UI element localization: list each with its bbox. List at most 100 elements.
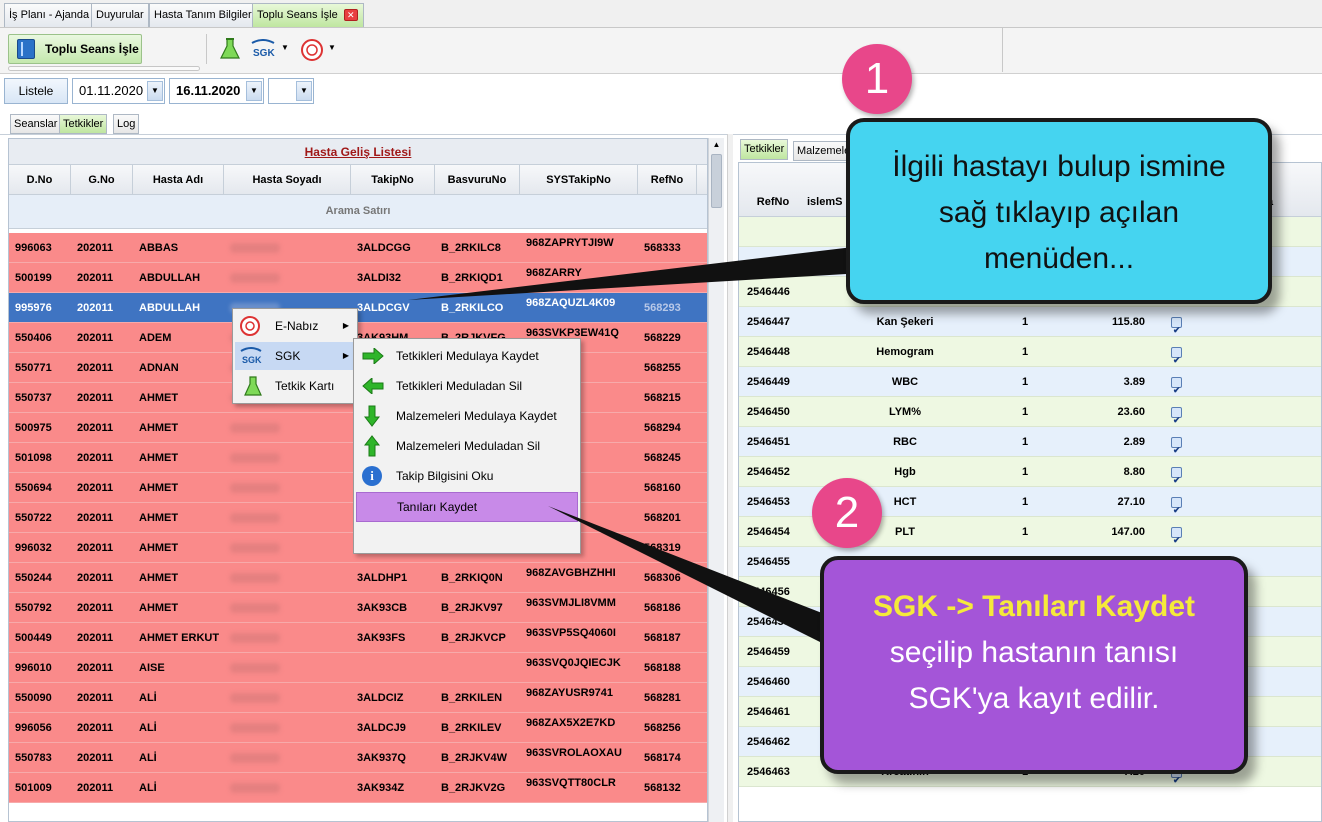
menu-item-enabiz[interactable]: E-Nabız ▶ [235, 312, 355, 340]
checked-checkbox-icon[interactable] [1171, 435, 1182, 456]
date-from-field[interactable]: 01.11.2020 ▼ [72, 78, 165, 104]
col-hasta-adi[interactable]: Hasta Adı [133, 165, 224, 194]
flask-icon[interactable] [219, 37, 241, 61]
checked-checkbox-icon[interactable] [1171, 345, 1182, 366]
checked-checkbox-icon[interactable] [1171, 525, 1182, 546]
date-to-field[interactable]: 16.11.2020 ▼ [169, 78, 264, 104]
tetkik-cell: 2546456 [747, 586, 790, 598]
table-cell: AHMET [139, 392, 179, 404]
scroll-thumb[interactable] [711, 154, 722, 208]
table-cell: 202011 [77, 692, 114, 704]
date-to-value: 16.11.2020 [176, 83, 241, 98]
col-basvuruno[interactable]: BasvuruNo [435, 165, 520, 194]
tetkik-cell: 2546460 [747, 676, 790, 688]
menu-item-sgk[interactable]: SGK SGK ▶ [235, 342, 355, 370]
checkbox-cell[interactable] [1145, 367, 1185, 396]
table-row[interactable]: 550792 202011 AHMET 3AK93CB B_2RJKV97 963SVMJ… [9, 593, 707, 623]
menu-item-tetkik-medula-kaydet[interactable]: Tetkikleri Medulaya Kaydet [356, 342, 578, 370]
e-nabiz-icon[interactable] [300, 38, 324, 62]
menu-item-tetkik-karti[interactable]: Tetkik Kartı [235, 372, 355, 400]
tetkik-row[interactable]: 2546448 Hemogram 1 [739, 337, 1321, 367]
chevron-down-icon[interactable]: ▼ [328, 43, 336, 52]
grid-header: D.No G.No Hasta Adı Hasta Soyadı TakipNo… [9, 165, 707, 195]
menu-item-tetkik-medula-sil[interactable]: Tetkikleri Meduladan Sil [356, 372, 578, 400]
col-systakipno[interactable]: SYSTakipNo [520, 165, 638, 194]
submenu-label: Malzemeleri Medulaya Kaydet [396, 409, 557, 423]
checked-checkbox-icon[interactable] [1171, 465, 1182, 486]
listele-button[interactable]: Listele [4, 78, 68, 104]
tab-hasta-tanim[interactable]: Hasta Tanım Bilgileri [149, 3, 260, 27]
col-refno[interactable]: RefNo [638, 165, 697, 194]
table-row[interactable]: 996063 202011 ABBAS 3ALDCGG B_2RKILC8 968ZAPR… [9, 233, 707, 263]
checkbox-cell[interactable] [1145, 517, 1185, 546]
col-right-refno[interactable]: RefNo [739, 187, 807, 216]
close-icon[interactable]: ✕ [343, 9, 358, 22]
checkbox-cell[interactable] [1145, 307, 1185, 336]
checkbox-cell[interactable] [1145, 427, 1185, 456]
table-row[interactable]: 550244 202011 AHMET 3ALDHP1 B_2RKIQ0N 968ZAVG… [9, 563, 707, 593]
left-scrollbar[interactable]: ▲ [708, 138, 724, 822]
table-cell: 202011 [77, 242, 114, 254]
table-row[interactable]: 996056 202011 ALİ 3ALDCJ9 B_2RKILEV 968ZAX5X2… [9, 713, 707, 743]
table-row[interactable]: 550090 202011 ALİ 3ALDCIZ B_2RKILEN 968ZAYUSR… [9, 683, 707, 713]
checked-checkbox-icon[interactable] [1171, 375, 1182, 396]
menu-item-tanilari-kaydet[interactable]: Tanıları Kaydet [356, 492, 578, 522]
table-row[interactable]: 500449 202011 AHMET ERKUT 3AK93FS B_2RJKVCP 9… [9, 623, 707, 653]
table-row[interactable]: 996010 202011 AISE 963SVQ0JQIECJK 568188 [9, 653, 707, 683]
tetkik-cell: 2546446 [747, 286, 790, 298]
menu-item-malzeme-medula-sil[interactable]: Malzemeleri Meduladan Sil [356, 432, 578, 460]
tetkik-row[interactable]: 2546452 Hgb 1 8.80 [739, 457, 1321, 487]
col-dno[interactable]: D.No [9, 165, 71, 194]
checkbox-cell[interactable] [1145, 397, 1185, 426]
col-gno[interactable]: G.No [71, 165, 133, 194]
scroll-up-icon[interactable]: ▲ [709, 138, 724, 152]
table-cell: 568132 [644, 782, 681, 794]
checkbox-cell[interactable] [1145, 487, 1185, 516]
table-cell: B_2RJKV4W [441, 752, 508, 764]
tab-toplu-seans[interactable]: Toplu Seans İşle ✕ [252, 3, 364, 27]
tab-log[interactable]: Log [113, 114, 140, 134]
menu-item-takip-bilgisi[interactable]: i Takip Bilgisini Oku [356, 462, 578, 490]
tetkik-row[interactable]: 2546450 LYM% 1 23.60 [739, 397, 1321, 427]
col-right-last[interactable]: a [1267, 187, 1307, 216]
col-takipno[interactable]: TakipNo [351, 165, 435, 194]
tab-right-malzemeler[interactable]: Malzemele [793, 141, 849, 161]
tab-tetkikler[interactable]: Tetkikler [59, 114, 108, 134]
table-cell: 3ALDCGV [357, 302, 410, 314]
table-row[interactable]: 995976 202011 ABDULLAH 3ALDCGV B_2RKILCO 968Z… [9, 293, 707, 323]
tab-is-plani[interactable]: İş Planı - Ajanda [4, 3, 95, 27]
table-cell: 202011 [77, 422, 114, 434]
tetkik-row[interactable]: 2546451 RBC 1 2.89 [739, 427, 1321, 457]
checkbox-cell[interactable] [1145, 457, 1185, 486]
tetkik-cell: 2546463 [747, 766, 790, 778]
toplu-seans-button[interactable]: Toplu Seans İşle [8, 34, 142, 64]
tetkik-row[interactable]: 2546449 WBC 1 3.89 [739, 367, 1321, 397]
splitter[interactable] [727, 134, 733, 822]
menu-item-malzeme-medula-kaydet[interactable]: Malzemeleri Medulaya Kaydet [356, 402, 578, 430]
submenu-label: Tanıları Kaydet [397, 500, 478, 514]
chevron-down-icon[interactable]: ▼ [147, 81, 163, 101]
table-row[interactable]: 550783 202011 ALİ 3AK937Q B_2RJKV4W 963SVROLA… [9, 743, 707, 773]
tetkik-cell: RBC [893, 436, 917, 448]
search-row[interactable]: Arama Satırı [9, 195, 707, 229]
checkbox-cell[interactable] [1145, 337, 1185, 366]
table-row[interactable]: 500199 202011 ABDULLAH 3ALDI32 B_2RKIQD1 968Z… [9, 263, 707, 293]
chevron-down-icon[interactable]: ▼ [296, 81, 312, 101]
checked-checkbox-icon[interactable] [1171, 405, 1182, 426]
table-row[interactable]: 501009 202011 ALİ 3AK934Z B_2RJKV2G 963SVQTT8… [9, 773, 707, 803]
checked-checkbox-icon[interactable] [1171, 315, 1182, 336]
sgk-dropdown-button[interactable]: SGK [250, 39, 276, 61]
col-hasta-soyadi[interactable]: Hasta Soyadı [224, 165, 351, 194]
checked-checkbox-icon[interactable] [1171, 495, 1182, 516]
chevron-down-icon[interactable]: ▼ [246, 81, 262, 101]
tetkik-cell: 2546452 [747, 466, 790, 478]
tab-seanslar[interactable]: Seanslar [10, 114, 62, 134]
tetkik-cell: 1 [1021, 406, 1029, 418]
chevron-down-icon[interactable]: ▼ [281, 43, 289, 52]
tetkik-row[interactable]: 2546447 Kan Şekeri 1 115.80 [739, 307, 1321, 337]
table-cell [351, 653, 435, 682]
empty-combo[interactable]: ▼ [268, 78, 314, 104]
tab-right-tetkikler[interactable]: Tetkikler [740, 139, 789, 160]
tab-duyurular[interactable]: Duyurular [91, 3, 149, 27]
table-cell: 963SVROLAOXAU [526, 747, 622, 759]
